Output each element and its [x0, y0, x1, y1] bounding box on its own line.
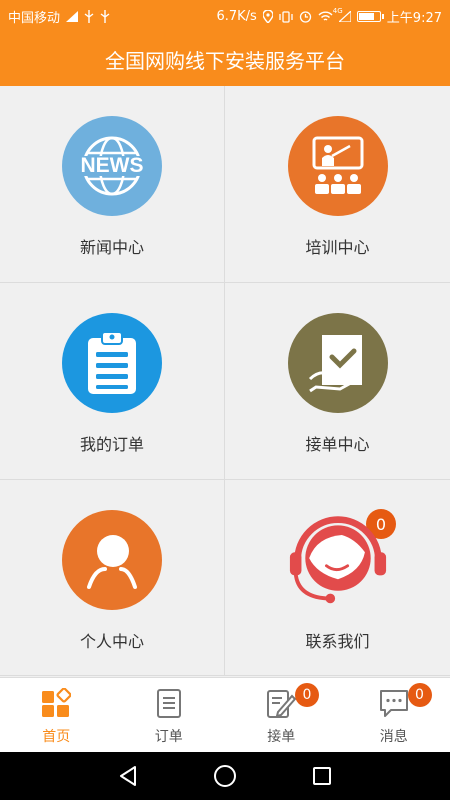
carrier-label: 中国移动: [8, 11, 61, 26]
tab-label: 首页: [42, 729, 71, 745]
page-title: 全国网购线下安装服务平台: [105, 49, 345, 73]
customer-service-icon: [288, 510, 388, 610]
vibrate-icon: [279, 10, 293, 23]
home-grid-icon: [41, 687, 72, 722]
grid-item-news[interactable]: NEWS 新闻中心: [0, 86, 225, 283]
location-icon: [262, 10, 273, 23]
training-icon: [287, 116, 388, 216]
back-icon[interactable]: [108, 756, 148, 796]
accept-tab-badge: 0: [295, 683, 319, 707]
grid-item-label: 新闻中心: [79, 238, 144, 257]
person-icon: [62, 510, 162, 610]
clipboard-icon: [62, 313, 162, 413]
grid-item-label: 个人中心: [79, 632, 144, 651]
grid-item-my-orders[interactable]: 我的订单: [0, 283, 225, 480]
recent-apps-icon[interactable]: [302, 756, 342, 796]
home-icon[interactable]: [205, 756, 245, 796]
grid-item-label: 我的订单: [79, 435, 144, 454]
signal-icon: [66, 11, 79, 22]
messages-tab-badge: 0: [407, 683, 432, 707]
function-grid: NEWS 新闻中心 培训中心 我的订单 0 接单中心 个人中心 联系我们: [0, 86, 450, 676]
tab-messages[interactable]: 0 消息: [338, 678, 450, 752]
cell-signal-icon: 4G: [333, 7, 351, 22]
bottom-tab-bar: 首页 订单 0 接单 0 消息: [0, 677, 450, 752]
grid-item-accept-orders[interactable]: 0 接单中心: [225, 283, 450, 539]
order-list-icon: [154, 688, 184, 722]
alarm-icon: [299, 10, 312, 23]
grid-item-profile[interactable]: 个人中心: [0, 480, 225, 676]
app-header: 全国网购线下安装服务平台: [0, 33, 450, 86]
grid-item-label: 接单中心: [305, 435, 370, 454]
grid-item-label: 联系我们: [305, 632, 370, 651]
accept-edit-icon: [266, 688, 297, 722]
tab-label: 接单: [267, 729, 296, 745]
wifi-icon: [318, 11, 333, 23]
news-icon-text: NEWS: [80, 154, 144, 177]
system-nav-bar: [0, 752, 450, 800]
usb-icon: [84, 10, 94, 23]
tab-orders[interactable]: 订单: [113, 678, 226, 752]
news-globe-icon: NEWS: [62, 116, 162, 216]
status-bar: 中国移动 6.7K/s 4G 上午9:27: [0, 0, 450, 33]
network-speed: 6.7K/s: [216, 9, 257, 24]
battery-icon: [356, 11, 384, 22]
tab-label: 消息: [379, 729, 408, 745]
tab-label: 订单: [154, 729, 183, 745]
clock: 上午9:27: [386, 11, 442, 26]
grid-item-contact[interactable]: 联系我们: [225, 480, 450, 676]
grid-item-label: 培训中心: [305, 238, 370, 257]
network-type: 4G: [332, 7, 343, 15]
tab-accept[interactable]: 0 接单: [225, 678, 338, 752]
tab-home[interactable]: 首页: [0, 678, 113, 752]
message-icon: [379, 688, 409, 722]
grid-item-training[interactable]: 培训中心: [225, 86, 450, 283]
usb-debug-icon: [100, 10, 110, 23]
accept-order-icon: [287, 313, 388, 413]
